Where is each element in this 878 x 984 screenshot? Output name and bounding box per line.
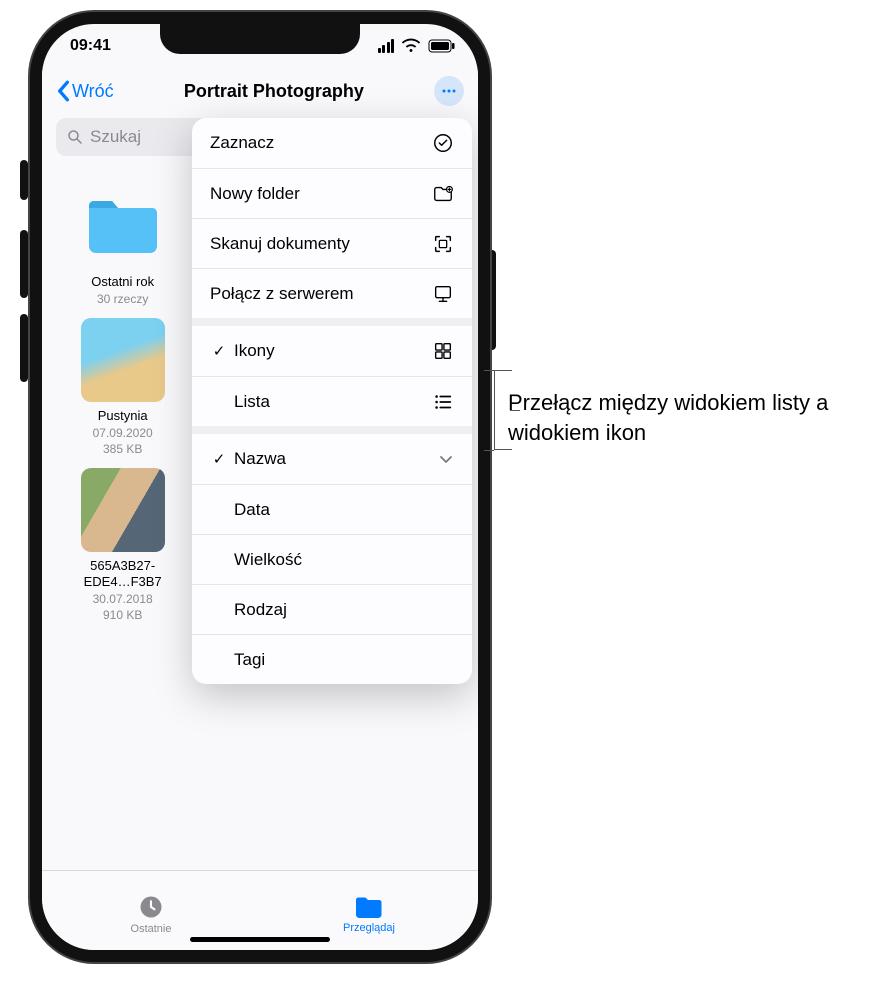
- tab-label: Ostatnie: [131, 923, 172, 935]
- chevron-down-icon: [438, 451, 454, 467]
- menu-sort-kind[interactable]: Rodzaj: [192, 584, 472, 634]
- tab-bar: Ostatnie Przeglądaj: [42, 870, 478, 950]
- home-indicator[interactable]: [190, 937, 330, 942]
- grid-item[interactable]: Pustynia 07.09.2020 385 KB: [60, 318, 185, 456]
- item-name: Ostatni rok: [91, 274, 154, 290]
- grid-icon: [432, 340, 454, 362]
- tab-label: Przeglądaj: [343, 922, 395, 934]
- status-icons: [378, 35, 457, 57]
- menu-label: Nazwa: [234, 449, 286, 469]
- clock-icon: [137, 893, 165, 921]
- menu-select[interactable]: Zaznacz: [192, 118, 472, 168]
- menu-new-folder[interactable]: Nowy folder: [192, 168, 472, 218]
- menu-sort-date[interactable]: Data: [192, 484, 472, 534]
- list-icon: [432, 391, 454, 413]
- checkmark-icon: ✓: [210, 450, 228, 468]
- menu-label: Skanuj dokumenty: [210, 234, 350, 254]
- menu-sort-size[interactable]: Wielkość: [192, 534, 472, 584]
- wifi-icon: [400, 35, 422, 57]
- callout-text: Przełącz między widokiem listy a widokie…: [508, 388, 848, 447]
- item-meta: 910 KB: [103, 608, 142, 622]
- thumbnail: [81, 468, 165, 552]
- menu-label: Data: [234, 500, 270, 520]
- menu-separator: [192, 318, 472, 326]
- phone-frame: 09:41 Wróć Portrait Photography Szukaj O…: [30, 12, 490, 962]
- menu-scan-documents[interactable]: Skanuj dokumenty: [192, 218, 472, 268]
- grid-item[interactable]: 565A3B27-EDE4…F3B7 30.07.2018 910 KB: [60, 468, 185, 622]
- context-menu: Zaznacz Nowy folder Skanuj dokumenty Poł…: [192, 118, 472, 684]
- scan-icon: [432, 233, 454, 255]
- menu-view-icons[interactable]: ✓ Ikony: [192, 326, 472, 376]
- menu-label: Tagi: [234, 650, 265, 670]
- menu-sort-tags[interactable]: Tagi: [192, 634, 472, 684]
- menu-sort-name[interactable]: ✓ Nazwa: [192, 434, 472, 484]
- volume-up-button: [20, 230, 28, 298]
- menu-separator: [192, 426, 472, 434]
- item-name: Pustynia: [98, 408, 148, 424]
- item-meta: 385 KB: [103, 442, 142, 456]
- item-meta: 07.09.2020: [93, 426, 153, 440]
- search-placeholder: Szukaj: [90, 127, 141, 147]
- back-button[interactable]: Wróć: [56, 80, 114, 102]
- menu-label: Zaznacz: [210, 133, 274, 153]
- menu-label: Rodzaj: [234, 600, 287, 620]
- back-label: Wróć: [72, 81, 114, 102]
- folder-icon: [354, 894, 384, 920]
- callout-bracket: [484, 370, 494, 371]
- callout-bracket: [484, 450, 494, 451]
- menu-connect-server[interactable]: Połącz z serwerem: [192, 268, 472, 318]
- nav-bar: Wróć Portrait Photography: [42, 68, 478, 114]
- cellular-icon: [378, 39, 395, 53]
- item-name: 565A3B27-EDE4…F3B7: [68, 558, 178, 589]
- menu-view-list[interactable]: Lista: [192, 376, 472, 426]
- chevron-left-icon: [56, 80, 70, 102]
- ellipsis-circle-icon: [439, 81, 459, 101]
- menu-label: Wielkość: [234, 550, 302, 570]
- item-meta: 30.07.2018: [93, 592, 153, 606]
- menu-label: Ikony: [234, 341, 275, 361]
- select-circle-icon: [432, 132, 454, 154]
- search-icon: [66, 128, 84, 146]
- grid-item-folder[interactable]: Ostatni rok 30 rzeczy: [60, 184, 185, 306]
- menu-label: Połącz z serwerem: [210, 284, 354, 304]
- more-button[interactable]: [434, 76, 464, 106]
- battery-icon: [428, 39, 456, 53]
- menu-label: Nowy folder: [210, 184, 300, 204]
- status-time: 09:41: [70, 37, 111, 55]
- silence-switch: [20, 160, 28, 200]
- menu-label: Lista: [234, 392, 270, 412]
- server-icon: [432, 283, 454, 305]
- page-title: Portrait Photography: [184, 81, 364, 102]
- thumbnail: [81, 318, 165, 402]
- checkmark-icon: ✓: [210, 342, 228, 360]
- folder-plus-icon: [432, 183, 454, 205]
- folder-icon: [81, 184, 165, 268]
- notch: [160, 24, 360, 54]
- item-meta: 30 rzeczy: [97, 292, 148, 306]
- volume-down-button: [20, 314, 28, 382]
